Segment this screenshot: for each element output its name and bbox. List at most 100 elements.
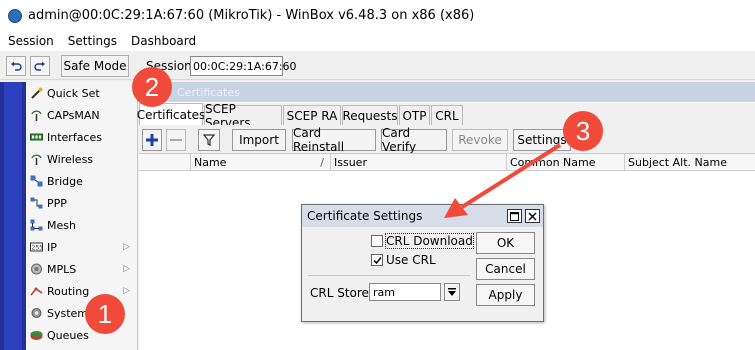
close-button[interactable] <box>525 209 540 223</box>
main-toolbar: Safe Mode Session: 00:0C:29:1A:67:60 <box>0 52 755 80</box>
sidebar-item-label: Interfaces <box>47 130 102 144</box>
column-flags[interactable] <box>139 154 191 171</box>
title-bar: admin@00:0C:29:1A:67:60 (MikroTik) - Win… <box>0 0 755 31</box>
plus-icon <box>146 134 158 146</box>
filter-button[interactable] <box>198 129 220 151</box>
tab-otp[interactable]: OTP <box>399 105 430 125</box>
crl-store-select[interactable]: ram <box>369 283 441 301</box>
crl-download-checkbox[interactable] <box>371 235 383 247</box>
gear-icon <box>31 308 42 318</box>
undo-icon <box>11 61 22 71</box>
certificates-window-title-bar: Certificates <box>139 82 755 102</box>
checkmark-icon <box>372 256 382 264</box>
sidebar-item-wireless[interactable]: Wireless <box>26 148 138 170</box>
use-crl-label: Use CRL <box>386 253 436 267</box>
sidebar-item-routing[interactable]: Routing ▷ <box>26 280 138 302</box>
routing-icon <box>30 287 43 296</box>
tab-crl[interactable]: CRL <box>431 105 463 125</box>
certificates-window-title: Certificates <box>177 85 240 99</box>
menu-bar: Session Settings Dashboard <box>0 31 755 51</box>
certificates-table-header: Name / Issuer Common Name Subject Alt. N… <box>139 153 755 171</box>
dialog-divider <box>308 275 470 276</box>
antenna-icon <box>31 110 42 121</box>
safe-mode-button[interactable]: Safe Mode <box>61 55 129 77</box>
menu-settings[interactable]: Settings <box>68 34 117 48</box>
sidebar-item-label: IP <box>47 240 57 254</box>
card-reinstall-button[interactable]: Card Reinstall <box>292 126 376 154</box>
session-value-field[interactable]: 00:0C:29:1A:67:60 <box>190 56 297 76</box>
sidebar-item-queues[interactable]: Queues <box>26 324 138 346</box>
ppp-icon <box>30 197 43 209</box>
bridge-icon <box>30 175 43 187</box>
column-name[interactable]: Name / <box>191 154 331 171</box>
sort-indicator-icon: / <box>320 156 324 169</box>
crl-store-dropdown-button[interactable] <box>444 283 460 301</box>
column-issuer[interactable]: Issuer <box>331 154 507 171</box>
submenu-arrow-icon: ▷ <box>123 263 130 273</box>
wand-icon <box>31 87 43 99</box>
sidebar-item-label: PPP <box>47 196 67 210</box>
wireless-icon <box>31 154 42 165</box>
sidebar-item-interfaces[interactable]: Interfaces <box>26 126 138 148</box>
revoke-button[interactable]: Revoke <box>452 129 508 151</box>
add-button[interactable] <box>142 129 162 151</box>
dropdown-arrow-icon <box>448 288 456 296</box>
sidebar-item-mesh[interactable]: Mesh <box>26 214 138 236</box>
sidebar-item-mpls[interactable]: MPLS ▷ <box>26 258 138 280</box>
cancel-button[interactable]: Cancel <box>476 258 535 280</box>
remove-button[interactable] <box>166 129 186 151</box>
sidebar-item-capsman[interactable]: CAPsMAN <box>26 104 138 126</box>
sidebar-item-label: Queues <box>47 328 89 342</box>
certificate-settings-dialog: Certificate Settings CRL Download Use CR… <box>301 204 544 322</box>
card-verify-button[interactable]: Card Verify <box>381 126 447 154</box>
undo-button[interactable] <box>6 56 26 76</box>
winbox-side-banner <box>0 82 26 350</box>
menu-dashboard[interactable]: Dashboard <box>131 34 196 48</box>
mpls-icon <box>31 263 42 275</box>
column-subject-alt-name[interactable]: Subject Alt. Name <box>625 154 755 171</box>
sidebar-item-label: Mesh <box>47 218 76 232</box>
submenu-arrow-icon: ▷ <box>123 285 130 295</box>
sidebar-item-label: CAPsMAN <box>47 108 100 122</box>
sidebar-item-ppp[interactable]: PPP <box>26 192 138 214</box>
import-button[interactable]: Import <box>232 129 286 151</box>
redo-button[interactable] <box>30 56 50 76</box>
filter-icon <box>203 134 215 146</box>
maximize-icon <box>510 211 519 221</box>
certificates-tab-bar: Certificates SCEP Servers SCEP RA Reques… <box>137 102 755 130</box>
crl-store-label: CRL Store: <box>310 286 373 300</box>
sidebar-item-label: MPLS <box>47 262 77 276</box>
step-3-badge: 3 <box>563 111 603 151</box>
svg-text:255: 255 <box>32 245 44 252</box>
sidebar-item-label: Bridge <box>47 174 83 188</box>
close-icon <box>528 212 537 220</box>
use-crl-checkbox[interactable] <box>371 254 383 266</box>
tab-requests[interactable]: Requests <box>342 105 398 125</box>
sidebar-item-label: System <box>47 306 89 320</box>
tab-scep-servers[interactable]: SCEP Servers <box>204 102 282 130</box>
ok-button[interactable]: OK <box>476 232 535 254</box>
submenu-arrow-icon: ▷ <box>123 241 130 251</box>
window-title: admin@00:0C:29:1A:67:60 (MikroTik) - Win… <box>28 8 475 23</box>
dialog-title: Certificate Settings <box>307 209 423 223</box>
tab-scep-ra[interactable]: SCEP RA <box>283 105 341 125</box>
crl-download-label: CRL Download <box>385 233 474 249</box>
winbox-app-icon <box>8 8 22 23</box>
step-1-badge: 1 <box>85 294 125 334</box>
apply-button[interactable]: Apply <box>476 284 535 306</box>
menu-session[interactable]: Session <box>8 34 54 48</box>
column-common-name[interactable]: Common Name <box>507 154 625 171</box>
maximize-button[interactable] <box>507 209 522 223</box>
mesh-icon <box>30 219 43 231</box>
sidebar-item-ip[interactable]: 255 IP ▷ <box>26 236 138 258</box>
step-2-badge: 2 <box>132 67 172 107</box>
interfaces-icon <box>30 133 43 141</box>
redo-icon <box>34 61 45 71</box>
sidebar-item-label: Routing <box>47 284 90 298</box>
sidebar-item-quick-set[interactable]: Quick Set <box>26 82 138 104</box>
sidebar-item-label: Quick Set <box>47 86 100 100</box>
queues-icon <box>30 331 43 340</box>
sidebar-item-bridge[interactable]: Bridge <box>26 170 138 192</box>
dialog-title-bar: Certificate Settings <box>302 205 543 227</box>
sidebar-item-label: Wireless <box>47 152 94 166</box>
